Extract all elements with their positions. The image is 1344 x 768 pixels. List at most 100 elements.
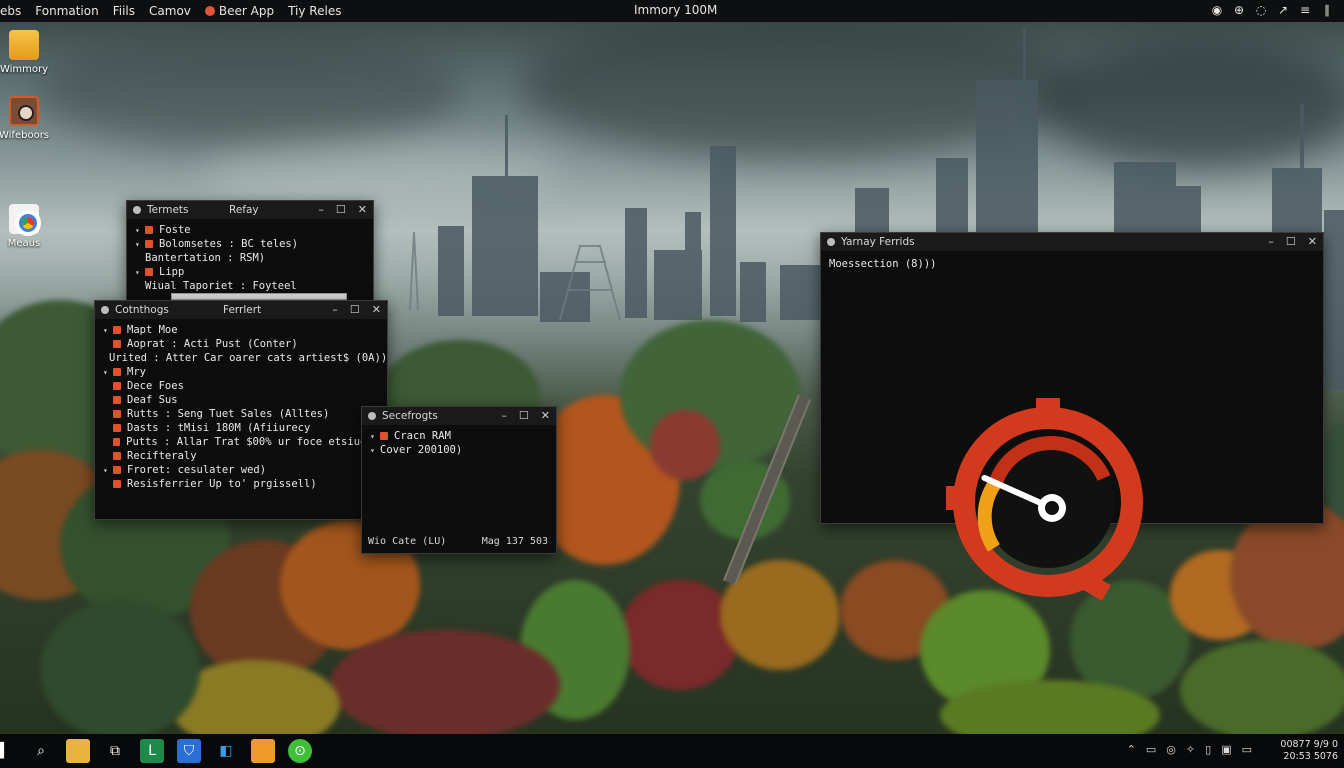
expand-toggle-icon[interactable]: ▾: [135, 226, 145, 235]
menu-item-fiils[interactable]: Fiils: [113, 4, 135, 18]
menu-item-camov[interactable]: Camov: [149, 4, 191, 18]
expand-toggle-icon[interactable]: ▾: [103, 466, 113, 475]
target-icon[interactable]: ◎: [1166, 743, 1176, 756]
battery-icon[interactable]: ▯: [1205, 743, 1211, 756]
tree-row[interactable]: Putts : Allar Trat $00% ur foce etsiuel): [103, 435, 379, 449]
close-button[interactable]: ✕: [358, 203, 367, 216]
tree-row-label: Recifteraly: [127, 450, 197, 462]
location-icon[interactable]: ✧: [1186, 743, 1195, 756]
menu-item-ebs[interactable]: ebs: [0, 4, 21, 18]
minimize-button[interactable]: –: [332, 303, 338, 316]
maximize-button[interactable]: ☐: [519, 409, 529, 422]
desktop-icon-wifeboors[interactable]: Wifeboors: [0, 96, 54, 141]
menu-item-beer-app[interactable]: Beer App: [204, 4, 274, 18]
minimize-button[interactable]: –: [318, 203, 324, 216]
tree-row[interactable]: Dece Foes: [103, 379, 379, 393]
lock-icon[interactable]: ◌: [1254, 3, 1268, 17]
window-app-icon: [827, 238, 835, 246]
chrome-icon: [9, 204, 41, 236]
tree-list: ▾ Mapt Moe Aoprat : Acti Pust (Conter) Urit…: [95, 319, 387, 495]
monitor-icon[interactable]: ▭: [1242, 743, 1252, 756]
window-titlebar[interactable]: Yarnay Ferrids – ☐ ✕: [821, 233, 1323, 251]
minimize-button[interactable]: –: [1268, 235, 1274, 248]
tree-row[interactable]: ▾ Bolomsetes : BC teles): [135, 237, 365, 251]
item-marker-icon: [113, 424, 121, 432]
app-logo-icon: [204, 6, 215, 16]
tree-row[interactable]: Deaf Sus: [103, 393, 379, 407]
tree-row-label: Rutts : Seng Tuet Sales (Alltes): [127, 408, 330, 420]
menu-item-fonmation[interactable]: Fonmation: [35, 4, 98, 18]
tree-row[interactable]: Wiual Taporiet : Foyteel: [135, 279, 365, 293]
window-title: Termets: [147, 204, 189, 216]
desktop-icon-label: Wimmory: [0, 64, 49, 75]
keyboard-icon[interactable]: ▭: [1146, 743, 1156, 756]
tree-row[interactable]: ▾ Lipp: [135, 265, 365, 279]
taskbar-clock[interactable]: 00877 9/9 0 20:53 5076: [1280, 739, 1338, 763]
maximize-button[interactable]: ☐: [350, 303, 360, 316]
defender-icon[interactable]: ⛉: [177, 739, 201, 763]
tree-row[interactable]: ▾ Cover 200100): [370, 443, 548, 457]
maximize-button[interactable]: ☐: [336, 203, 346, 216]
close-button[interactable]: ✕: [541, 409, 550, 422]
chevron-up-icon[interactable]: ⌃: [1127, 743, 1136, 756]
window-cotnthogs[interactable]: Cotnthogs Ferrlert – ☐ ✕ ▾ Mapt Moe Aoprat…: [94, 300, 388, 520]
tree-row[interactable]: Urited : Atter Car oarer cats artiest$ (…: [103, 351, 387, 365]
system-tray: ⌃ ▭ ◎ ✧ ▯ ▣ ▭: [1127, 743, 1252, 756]
tree-row[interactable]: Aoprat : Acti Pust (Conter): [103, 337, 379, 351]
tree-row-label: Mry: [127, 366, 146, 378]
desktop-icon-meaus[interactable]: Meaus: [0, 204, 54, 249]
file-explorer-icon[interactable]: [66, 739, 90, 763]
expand-toggle-icon[interactable]: ▾: [135, 240, 145, 249]
memory-gauge-icon: [946, 398, 1143, 601]
window-titlebar[interactable]: Secefrogts – ☐ ✕: [362, 407, 556, 425]
top-menubar: ebs Fonmation Fiils Camov Beer App Tiy R…: [0, 0, 1344, 22]
wifi-icon[interactable]: ◉: [1210, 3, 1224, 17]
item-marker-icon: [113, 452, 121, 460]
tree-row[interactable]: ▾ Foste: [135, 223, 365, 237]
excel-icon[interactable]: L: [140, 739, 164, 763]
tree-row[interactable]: Recifteraly: [103, 449, 379, 463]
tree-row[interactable]: Rutts : Seng Tuet Sales (Alltes): [103, 407, 379, 421]
window-termets[interactable]: Termets Refay – ☐ ✕ ▾ Foste ▾ Bolomsetes : …: [126, 200, 374, 302]
window-footer: Wio Cate (LU) Mag 137 503: [368, 536, 548, 547]
desktop-icon-wimmory[interactable]: Wimmory: [0, 30, 54, 75]
folder-icon: [9, 30, 39, 60]
item-marker-icon: [113, 396, 121, 404]
window-secefrogts[interactable]: Secefrogts – ☐ ✕ ▾ Cracn RAM ▾ Cover 200100…: [361, 406, 557, 554]
tree-row[interactable]: ▾ Cracn RAM: [370, 429, 548, 443]
window-titlebar[interactable]: Cotnthogs Ferrlert – ☐ ✕: [95, 301, 387, 319]
taskbar: ▌ ⌕ ⧉ L ⛉ ◧ ⊙ ⌃ ▭ ◎ ✧ ▯ ▣ ▭ 00877 9/9 0 …: [0, 734, 1344, 768]
tree-row[interactable]: ▾ Mapt Moe: [103, 323, 379, 337]
expand-toggle-icon[interactable]: ▾: [370, 446, 380, 455]
screen-icon[interactable]: ⊕: [1232, 3, 1246, 17]
files-icon[interactable]: [251, 739, 275, 763]
tree-row-label: Cover 200100): [380, 444, 463, 456]
tree-row[interactable]: ▾ Froret: cesulater wed): [103, 463, 379, 477]
item-marker-icon: [380, 432, 388, 440]
vscode-icon[interactable]: ◧: [214, 739, 238, 763]
expand-toggle-icon[interactable]: ▾: [103, 368, 113, 377]
close-button[interactable]: ✕: [1308, 235, 1317, 248]
tree-row[interactable]: Bantertation : RSM): [135, 251, 365, 265]
maximize-button[interactable]: ☐: [1286, 235, 1296, 248]
minimize-button[interactable]: –: [501, 409, 507, 422]
expand-toggle-icon[interactable]: ▾: [135, 268, 145, 277]
search-icon[interactable]: ⌕: [29, 739, 53, 763]
windows-icon[interactable]: ▌: [0, 739, 16, 763]
menu-icon[interactable]: ≡: [1298, 3, 1312, 17]
expand-toggle-icon[interactable]: ▾: [370, 432, 380, 441]
window-titlebar[interactable]: Termets Refay – ☐ ✕: [127, 201, 373, 219]
settings-icon[interactable]: ⧉: [103, 739, 127, 763]
tree-row[interactable]: Resisferrier Up to' prgissell): [103, 477, 379, 491]
pause-icon[interactable]: ∥: [1320, 3, 1334, 17]
chat-icon[interactable]: ▣: [1221, 743, 1231, 756]
pen-icon[interactable]: ↗: [1276, 3, 1290, 17]
item-marker-icon: [113, 326, 121, 334]
tree-row[interactable]: ▾ Mry: [103, 365, 379, 379]
tree-row[interactable]: Dasts : tMisi 180M (Afiiurecy: [103, 421, 379, 435]
tree-list: ▾ Cracn RAM ▾ Cover 200100): [362, 425, 556, 461]
expand-toggle-icon[interactable]: ▾: [103, 326, 113, 335]
close-button[interactable]: ✕: [372, 303, 381, 316]
menu-item-tiy-reles[interactable]: Tiy Reles: [288, 4, 341, 18]
app-green-icon[interactable]: ⊙: [288, 739, 312, 763]
